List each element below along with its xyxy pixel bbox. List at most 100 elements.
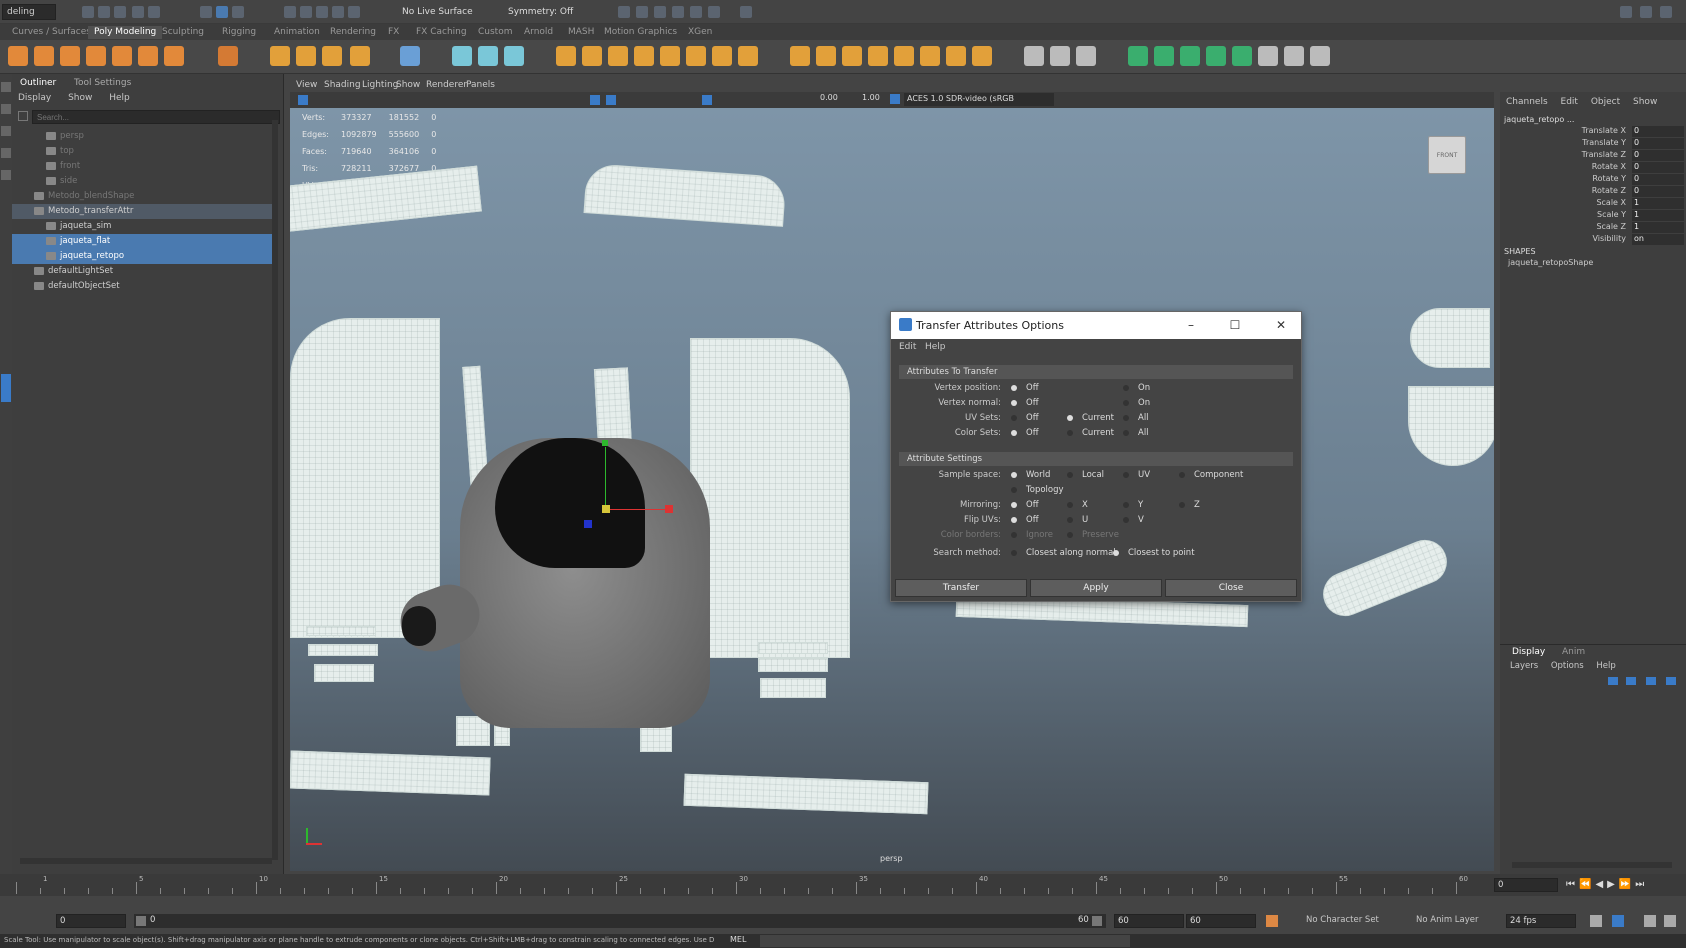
menu-help[interactable]: Help — [109, 93, 130, 103]
outliner-search-input[interactable] — [32, 110, 280, 124]
dialog-menu-edit[interactable]: Edit — [899, 342, 916, 352]
shelf-tab[interactable]: Arnold — [518, 26, 559, 39]
radio-option[interactable]: U — [1067, 515, 1088, 525]
radio-button[interactable] — [1123, 501, 1129, 508]
character-set-dropdown[interactable]: No Character Set — [1306, 915, 1379, 925]
quad-draw-icon[interactable] — [868, 46, 888, 66]
shelf-tab[interactable]: MASH — [562, 26, 600, 39]
snap-curve-icon[interactable] — [300, 6, 312, 18]
channel-value-field[interactable]: 1 — [1632, 222, 1684, 233]
new-layer-selected-icon[interactable] — [1626, 677, 1636, 685]
shelf-tab[interactable]: Custom — [472, 26, 518, 39]
close-button[interactable]: Close — [1165, 579, 1297, 597]
checker-icon[interactable] — [1258, 46, 1278, 66]
manipulator-z-handle[interactable] — [584, 520, 592, 528]
dialog-menu-help[interactable]: Help — [925, 342, 946, 352]
outliner-item[interactable]: front — [12, 159, 272, 174]
tab-anim[interactable]: Anim — [1562, 647, 1585, 657]
move-icon[interactable] — [1640, 6, 1652, 18]
radio-option[interactable]: All — [1123, 413, 1149, 423]
combine-icon[interactable] — [452, 46, 472, 66]
range-bar[interactable]: 0 60 — [134, 914, 1106, 928]
radio-button[interactable] — [1067, 429, 1073, 436]
range-end-handle[interactable] — [1092, 916, 1102, 926]
bevel-icon[interactable] — [660, 46, 680, 66]
viewport-menu-item[interactable]: Panels — [466, 80, 495, 90]
filter-icon[interactable] — [18, 111, 28, 121]
scale-tool-icon[interactable] — [1, 170, 11, 180]
render-frame-icon[interactable] — [636, 6, 648, 18]
animation-end-field[interactable]: 60 — [1186, 914, 1256, 928]
workspace-icon[interactable] — [1620, 6, 1632, 18]
wireframe-icon[interactable] — [590, 95, 600, 105]
maximize-icon[interactable]: ☐ — [1225, 316, 1245, 334]
shelf-tab[interactable]: Animation — [268, 26, 326, 39]
channel-value-field[interactable]: 0 — [1632, 162, 1684, 173]
apply-button[interactable]: Apply — [1030, 579, 1162, 597]
time-slider[interactable]: 1 5 10 15 20 25 30 35 40 45 50 55 60 0 ⏮⏪◀▶⏩⏭ — [0, 874, 1686, 896]
radio-option[interactable]: World — [1011, 470, 1050, 480]
redo-icon[interactable] — [148, 6, 160, 18]
wedge-icon[interactable] — [738, 46, 758, 66]
channel-value-field[interactable]: 1 — [1632, 210, 1684, 221]
text-icon[interactable] — [322, 46, 342, 66]
connect-icon[interactable] — [842, 46, 862, 66]
lasso-icon[interactable] — [1, 104, 11, 114]
menu-set-dropdown[interactable]: deling — [2, 4, 56, 20]
svg-icon[interactable] — [350, 46, 370, 66]
platonic-solid-icon[interactable] — [218, 46, 238, 66]
menu-options[interactable]: Options — [1551, 661, 1584, 671]
preferences-icon[interactable] — [1664, 915, 1676, 927]
uv-editor-icon[interactable] — [1050, 46, 1070, 66]
tab-display[interactable]: Display — [1512, 647, 1545, 657]
edge-loop-icon[interactable] — [894, 46, 914, 66]
radio-option[interactable]: Y — [1123, 500, 1143, 510]
radio-button[interactable] — [1123, 516, 1129, 523]
channel-row[interactable]: Scale Z 1 — [1500, 222, 1686, 233]
shelf-tab[interactable]: FX Caching — [410, 26, 473, 39]
poly-disc-icon[interactable] — [164, 46, 184, 66]
radio-button[interactable] — [1011, 516, 1017, 523]
radio-button[interactable] — [1113, 549, 1119, 556]
shelf-tab[interactable]: Sculpting — [156, 26, 210, 39]
shelf-tab[interactable]: FX — [382, 26, 405, 39]
shelf-tab[interactable]: Rendering — [324, 26, 382, 39]
outliner-item[interactable]: side — [12, 174, 272, 189]
transfer-attributes-icon[interactable] — [1128, 46, 1148, 66]
radio-button[interactable] — [1179, 501, 1185, 508]
outliner-item[interactable]: defaultLightSet — [12, 264, 272, 279]
poly-plane-icon[interactable] — [138, 46, 158, 66]
offset-loop-icon[interactable] — [920, 46, 940, 66]
channel-row[interactable]: Translate Z 0 — [1500, 150, 1686, 161]
outliner-item[interactable]: jaqueta_sim — [12, 219, 272, 234]
poly-torus-icon[interactable] — [112, 46, 132, 66]
exposure-value[interactable]: 0.00 — [820, 93, 838, 102]
radio-option[interactable]: Off — [1011, 398, 1039, 408]
channel-row[interactable]: Translate Y 0 — [1500, 138, 1686, 149]
planar-map-icon[interactable] — [1206, 46, 1226, 66]
radio-button[interactable] — [1011, 399, 1017, 406]
radio-button[interactable] — [1067, 501, 1073, 508]
range-start-handle[interactable] — [136, 916, 146, 926]
playback-controls[interactable]: ⏮⏪◀▶⏩⏭ — [1566, 879, 1684, 891]
snap-surface-icon[interactable] — [348, 6, 360, 18]
sweep-mesh-icon[interactable] — [270, 46, 290, 66]
poly-cone-icon[interactable] — [86, 46, 106, 66]
outliner-scrollbar[interactable] — [272, 120, 278, 860]
shelf-tab[interactable]: Motion Graphics — [598, 26, 683, 39]
layout-preset-icon[interactable] — [1, 374, 11, 402]
tab-outliner[interactable]: Outliner — [20, 78, 56, 88]
radio-button[interactable] — [1067, 414, 1073, 421]
radio-option[interactable]: Off — [1011, 383, 1039, 393]
menu-display[interactable]: Display — [18, 93, 51, 103]
radio-option[interactable]: Topology — [1011, 485, 1064, 495]
viewport-menu-item[interactable]: Shading — [324, 80, 361, 90]
radio-option[interactable]: Preserve — [1067, 530, 1119, 540]
xray-icon[interactable] — [702, 95, 712, 105]
channel-value-field[interactable]: 0 — [1632, 138, 1684, 149]
radio-option[interactable]: Component — [1179, 470, 1243, 480]
snap-point-icon[interactable] — [316, 6, 328, 18]
poly-cube-icon[interactable] — [34, 46, 54, 66]
channel-row[interactable]: Scale Y 1 — [1500, 210, 1686, 221]
outliner-item[interactable]: jaqueta_flat — [12, 234, 272, 249]
